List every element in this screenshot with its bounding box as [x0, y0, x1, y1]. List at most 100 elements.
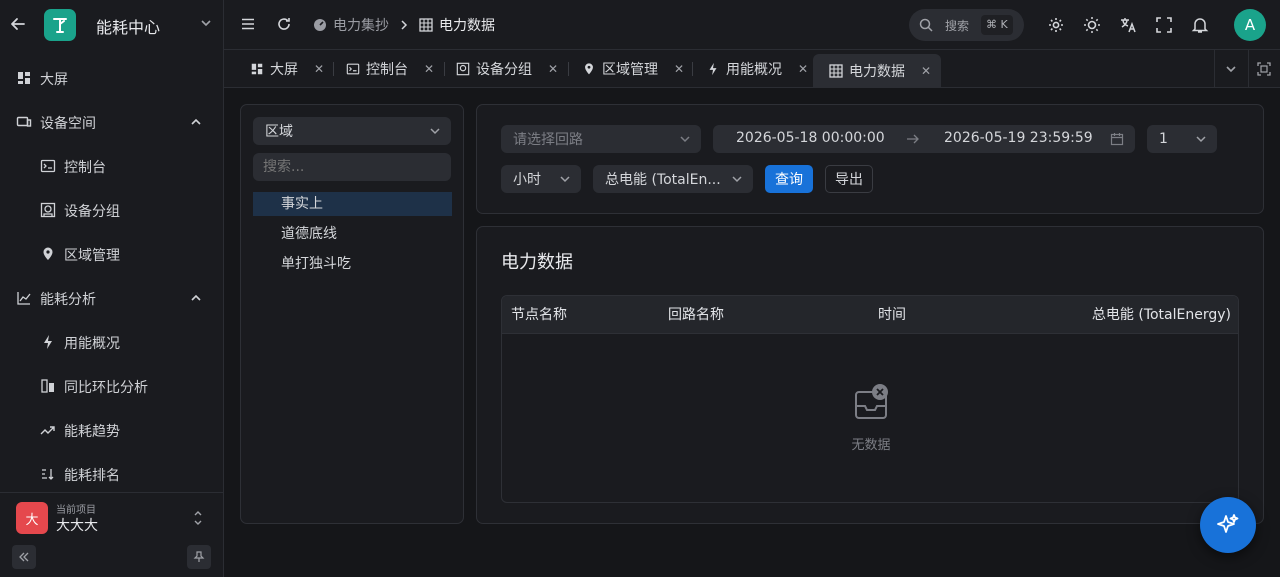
sidebar-item-device-space[interactable]: 设备空间: [0, 100, 223, 144]
tab-maximize-icon[interactable]: [1256, 61, 1272, 77]
ai-assistant-sparkle-button[interactable]: [1200, 497, 1256, 553]
close-icon[interactable]: ✕: [314, 62, 324, 76]
tree-item[interactable]: 单打独斗吃: [253, 252, 452, 276]
project-avatar: 大: [16, 502, 48, 534]
sidebar-item-usage-overview[interactable]: 用能概况: [0, 320, 223, 364]
interval-select[interactable]: 1: [1147, 125, 1217, 153]
sidebar-item-area-management[interactable]: 区域管理: [0, 232, 223, 276]
translate-icon[interactable]: [1118, 15, 1138, 35]
query-button[interactable]: 查询: [765, 165, 813, 193]
date-range-picker[interactable]: 2026-05-18 00:00:00 2026-05-19 23:59:59: [713, 125, 1135, 153]
column-header[interactable]: 回路名称: [668, 296, 724, 334]
lightning-icon: [40, 334, 56, 350]
tab-area-management[interactable]: 区域管理 ✕: [582, 50, 684, 88]
sidebar-item-label: 控制台: [64, 160, 106, 176]
settings-gear-icon[interactable]: [1046, 15, 1066, 35]
select-value: 总电能 (TotalEn...: [605, 172, 721, 188]
compare-icon: [40, 378, 56, 394]
close-icon[interactable]: ✕: [424, 62, 434, 76]
theme-sun-icon[interactable]: [1082, 15, 1102, 35]
close-icon[interactable]: ✕: [674, 62, 684, 76]
tab-separator: [333, 62, 334, 76]
empty-inbox-icon: [854, 384, 890, 420]
project-switch-icon[interactable]: [192, 509, 204, 527]
end-time[interactable]: 2026-05-19 23:59:59: [944, 130, 1093, 146]
metric-select[interactable]: 总电能 (TotalEn...: [593, 165, 753, 193]
column-header[interactable]: 时间: [878, 296, 906, 334]
chart-line-icon: [16, 290, 32, 306]
sidebar-item-dashboard[interactable]: 大屏: [0, 56, 223, 100]
sidebar-item-device-group[interactable]: 设备分组: [0, 188, 223, 232]
tab-label: 大屏: [270, 62, 298, 78]
close-icon[interactable]: ✕: [921, 64, 931, 78]
chevron-down-icon: [731, 173, 743, 185]
back-arrow-icon[interactable]: [8, 14, 28, 34]
circuit-select[interactable]: 请选择回路: [501, 125, 701, 153]
sidebar-item-label: 设备分组: [64, 204, 120, 220]
sparkle-icon: [1215, 512, 1241, 538]
terminal-icon: [40, 158, 56, 174]
tab-usage-overview[interactable]: 用能概况 ✕: [706, 50, 808, 88]
tree-item[interactable]: 事实上: [253, 192, 452, 216]
table-icon: [829, 64, 843, 78]
time-unit-select[interactable]: 小时: [501, 165, 581, 193]
tree-item[interactable]: 道德底线: [253, 222, 452, 246]
terminal-icon: [346, 62, 360, 76]
empty-text: 无数据: [851, 438, 891, 453]
app-title: 能耗中心: [96, 18, 161, 37]
chevron-up-icon: [190, 116, 202, 128]
search-box[interactable]: 搜索 ⌘ K: [909, 9, 1024, 41]
refresh-icon[interactable]: [276, 16, 292, 32]
close-icon[interactable]: ✕: [548, 62, 558, 76]
arrow-right-icon: [906, 132, 920, 146]
dashboard-icon: [16, 70, 32, 86]
sidebar: 能耗中心 大屏 设备空间 控制台 设备分组 区域管理 能耗分析 用能概况 同比环…: [0, 0, 224, 577]
sidebar-item-label: 能耗趋势: [64, 424, 120, 440]
devices-icon: [16, 114, 32, 130]
chevron-down-icon: [679, 133, 691, 145]
column-header[interactable]: 总电能 (TotalEnergy): [1092, 296, 1231, 334]
tab-label: 设备分组: [476, 62, 532, 78]
tree-search-input[interactable]: [253, 153, 451, 181]
sidebar-item-energy-ranking[interactable]: 能耗排名: [0, 452, 223, 496]
tabs-more-chevron-icon[interactable]: [1224, 62, 1238, 76]
select-value: 区域: [265, 124, 293, 140]
sidebar-item-console[interactable]: 控制台: [0, 144, 223, 188]
select-value: 1: [1159, 131, 1168, 147]
lightning-icon: [706, 62, 720, 76]
tab-separator: [444, 62, 445, 76]
chevron-down-icon: [1195, 133, 1207, 145]
sidebar-item-energy-trend[interactable]: 能耗趋势: [0, 408, 223, 452]
export-button[interactable]: 导出: [825, 165, 873, 193]
chevron-down-icon: [429, 125, 441, 137]
breadcrumb-item[interactable]: 电力集抄: [333, 15, 389, 35]
fullscreen-icon[interactable]: [1154, 15, 1174, 35]
select-placeholder: 请选择回路: [513, 132, 583, 148]
tab-dashboard[interactable]: 大屏 ✕: [250, 50, 324, 88]
project-caption: 当前项目: [56, 505, 96, 516]
sidebar-item-label: 区域管理: [64, 248, 120, 264]
search-icon: [919, 18, 933, 32]
tab-separator: [1248, 50, 1249, 88]
start-time[interactable]: 2026-05-18 00:00:00: [736, 130, 885, 146]
area-type-select[interactable]: 区域: [253, 117, 451, 145]
sidebar-item-energy-analysis[interactable]: 能耗分析: [0, 276, 223, 320]
tab-label: 电力数据: [849, 64, 905, 80]
chevron-right-icon: [399, 20, 409, 30]
menu-icon[interactable]: [240, 16, 256, 32]
collapse-sidebar-icon[interactable]: [12, 545, 36, 569]
tab-separator: [692, 62, 693, 76]
tab-device-group[interactable]: 设备分组 ✕: [456, 50, 558, 88]
user-avatar[interactable]: A: [1234, 9, 1266, 41]
sidebar-item-comparison[interactable]: 同比环比分析: [0, 364, 223, 408]
gauge-icon: [313, 18, 327, 32]
close-icon[interactable]: ✕: [798, 62, 808, 76]
chevron-down-icon[interactable]: [200, 17, 212, 29]
tab-console[interactable]: 控制台 ✕: [346, 50, 434, 88]
tab-power-data[interactable]: 电力数据 ✕: [813, 54, 942, 88]
column-header[interactable]: 节点名称: [511, 296, 567, 334]
trend-icon: [40, 422, 56, 438]
pin-icon[interactable]: [187, 545, 211, 569]
notification-bell-icon[interactable]: [1190, 15, 1210, 35]
select-value: 小时: [513, 172, 541, 188]
